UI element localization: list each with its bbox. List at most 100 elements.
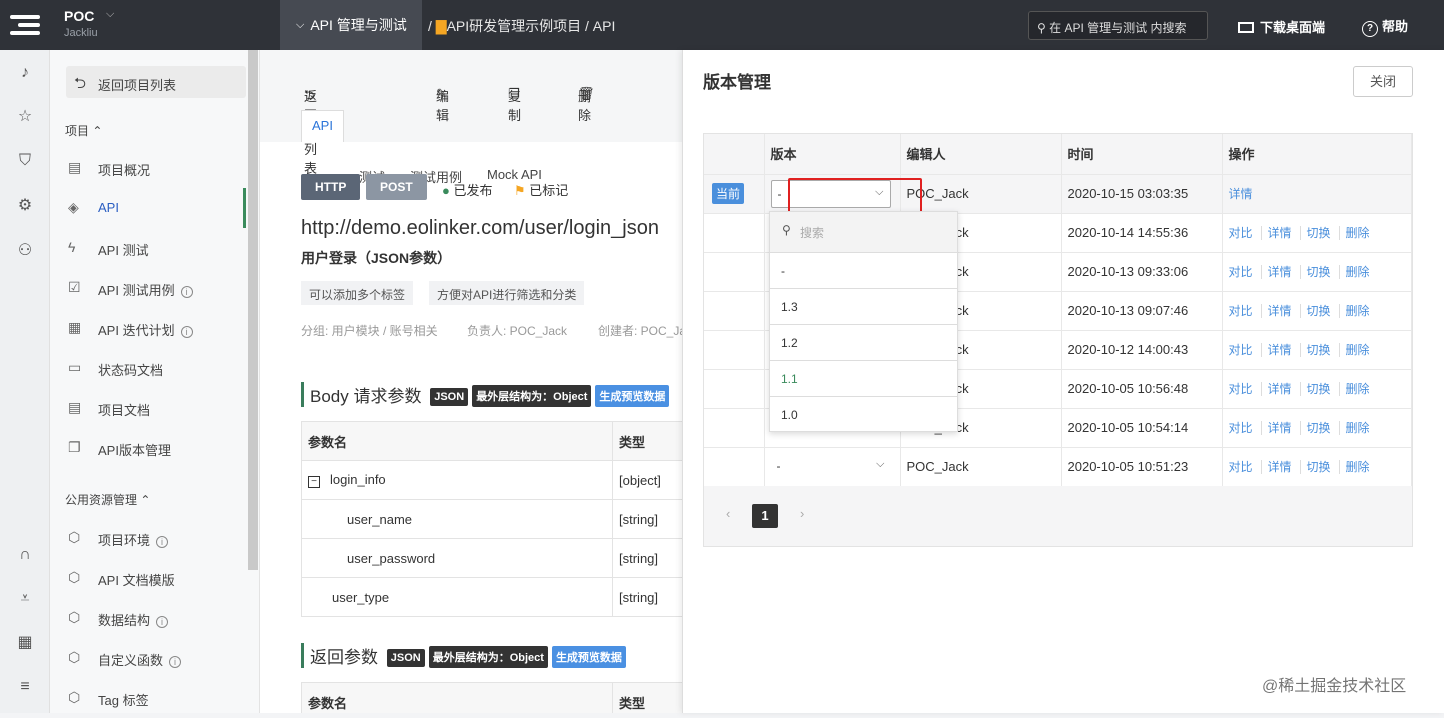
flag-badge[interactable]: ⚑ 已标记 [514,180,568,199]
compare-link[interactable]: 对比 [1228,226,1262,240]
star-icon[interactable]: ☆ [16,108,34,126]
switch-link[interactable]: 切换 [1306,421,1340,435]
select-value: - [777,186,782,201]
prev-page-icon[interactable]: ‹ [726,506,730,521]
add-user-icon[interactable]: ⚇ [16,242,34,260]
compare-link[interactable]: 对比 [1228,304,1262,318]
nav-api-management[interactable]: ⌵ API 管理与测试 [280,0,422,50]
sidebar-item-label: Tag 标签 [98,693,149,708]
compare-link[interactable]: 对比 [1228,421,1262,435]
dropdown-option[interactable]: 1.3 [770,288,957,324]
document-icon: ▭ [68,359,82,375]
sidebar-item-environment[interactable]: ⬡ 项目环境 i [50,518,246,558]
delete-link[interactable]: 删除 [1346,460,1378,474]
delete-link[interactable]: 删除 [1346,265,1378,279]
sidebar-item-api-versions[interactable]: ❐ API版本管理 [50,428,246,468]
compare-link[interactable]: 对比 [1228,382,1262,396]
headset-icon[interactable]: ∩ [16,546,34,564]
breadcrumb-project[interactable]: API研发管理示例项目 [447,18,582,34]
sidebar-item-status-code[interactable]: ▭ 状态码文档 [50,348,246,388]
sidebar-item-tags[interactable]: ⬡ Tag 标签 [50,678,246,718]
delete-link[interactable]: 删除 [1346,382,1378,396]
detail-link[interactable]: 详情 [1229,187,1261,201]
shirt-icon[interactable]: ⛉ [16,152,34,170]
section-project[interactable]: 项目 ⌃ [65,122,102,139]
switch-link[interactable]: 切换 [1306,265,1340,279]
section-label: 公用资源管理 [65,493,138,507]
detail-link[interactable]: 详情 [1267,382,1301,396]
sidebar-item-label: 数据结构 [98,613,151,628]
next-page-icon[interactable]: › [800,506,804,521]
dropdown-option[interactable]: 1.0 [770,396,957,432]
param-name: user_password [301,538,613,578]
user-name: Jackliu [64,27,98,39]
sidebar-item-project-docs[interactable]: ▤ 项目文档 [50,388,246,428]
delete-link[interactable]: 删除 [1346,343,1378,357]
delete-link[interactable]: 删除 [1346,421,1378,435]
menu-icon[interactable]: ≡ [16,678,34,696]
sidebar-item-overview[interactable]: ▤ 项目概况 [50,148,246,188]
table-row: − login_info [object] [301,460,682,500]
toolbar: ⮌ 返回API列表 ✎ 编辑 ❐ 复制 🗑︎ 删除 [260,50,682,176]
version-dropdown: ⚲ 搜索 - 1.3 1.2 1.1 1.0 [769,211,958,432]
download-icon[interactable]: ⩡ [16,590,34,608]
sidebar-item-label: API 迭代计划 [98,323,175,338]
generate-preview-button[interactable]: 生成预览数据 [551,646,626,668]
sidebar-item-api-test[interactable]: ϟ API 测试 [50,228,246,268]
api-tag[interactable]: 可以添加多个标签 [301,281,414,305]
bell-icon[interactable]: ♪ [16,64,34,82]
compare-link[interactable]: 对比 [1228,460,1262,475]
select-value: - [776,458,781,473]
search-placeholder: 在 API 管理与测试 内搜索 [1049,21,1187,35]
sidebar-scrollbar[interactable] [248,50,258,570]
help-button[interactable]: ? 帮助 [1362,16,1408,37]
meta-owner: 负责人: POC_Jack [467,324,568,338]
collapse-icon[interactable]: − [308,476,320,488]
switch-link[interactable]: 切换 [1306,460,1340,475]
sidebar-item-api[interactable]: ◈ API [50,188,246,228]
time-cell: 2020-10-05 10:56:48 [1061,368,1223,408]
download-desktop-button[interactable]: 下载桌面端 [1238,17,1325,36]
sidebar-item-api-test-cases[interactable]: ☑ API 测试用例 i [50,268,246,308]
search-input[interactable]: ⚲ 在 API 管理与测试 内搜索 [1028,11,1208,40]
sidebar-item-iteration-plan[interactable]: ▦ API 迭代计划 i [50,308,246,348]
compare-link[interactable]: 对比 [1228,265,1262,279]
dropdown-option[interactable]: 1.2 [770,324,957,360]
detail-link[interactable]: 详情 [1267,226,1301,240]
icon-rail: ♪ ☆ ⛉ ⚙ ⚇ ∩ ⩡ ▦ ≡ [0,50,50,713]
column-header: 类型 [612,421,682,461]
switch-link[interactable]: 切换 [1306,304,1340,318]
switch-link[interactable]: 切换 [1306,382,1340,396]
cube-icon: ⬡ [68,689,81,705]
switch-link[interactable]: 切换 [1306,343,1340,357]
settings-icon[interactable]: ⚙ [16,197,34,215]
dropdown-option[interactable]: 1.1 [770,360,957,396]
sidebar-item-data-structure[interactable]: ⬡ 数据结构 i [50,598,246,638]
delete-link[interactable]: 删除 [1346,304,1378,318]
page-number[interactable]: 1 [752,504,778,528]
sidebar-item-custom-functions[interactable]: ⬡ 自定义函数 i [50,638,246,678]
sidebar-item-doc-template[interactable]: ⬡ API 文档模版 [50,558,246,598]
detail-link[interactable]: 详情 [1267,343,1301,357]
tab-api[interactable]: API [301,110,344,142]
generate-preview-button[interactable]: 生成预览数据 [595,385,670,407]
detail-link[interactable]: 详情 [1267,304,1301,318]
back-to-projects-button[interactable]: ⮌ 返回项目列表 [66,66,246,98]
compare-link[interactable]: 对比 [1228,343,1262,357]
version-select[interactable]: - ⌵ [771,453,891,481]
dropdown-option[interactable]: - [770,252,957,288]
detail-link[interactable]: 详情 [1267,460,1301,475]
keyboard-icon[interactable]: ▦ [16,634,34,652]
close-button[interactable]: 关闭 [1353,66,1413,97]
section-public[interactable]: 公用资源管理 ⌃ [65,491,150,508]
logo[interactable] [0,0,50,50]
detail-link[interactable]: 详情 [1267,421,1301,435]
gift-icon: ▇ [435,18,447,34]
delete-link[interactable]: 删除 [1346,226,1378,240]
dropdown-search-input[interactable]: ⚲ 搜索 [770,212,957,252]
detail-link[interactable]: 详情 [1267,265,1301,279]
api-tag[interactable]: 方便对API进行筛选和分类 [429,281,585,305]
breadcrumb: / ▇API研发管理示例项目 / API [428,16,615,36]
project-switcher[interactable]: POC Jackliu ⌵ [64,8,114,39]
switch-link[interactable]: 切换 [1306,226,1340,240]
